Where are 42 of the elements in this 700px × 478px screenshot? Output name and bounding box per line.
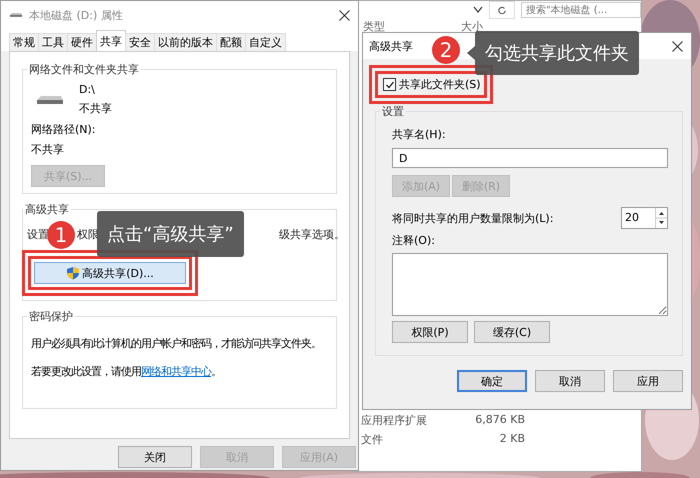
share-status: 不共享 — [79, 101, 112, 116]
drive-path: D:\ — [79, 83, 96, 96]
tab[interactable]: 共享 — [96, 30, 126, 51]
window-title: 高级共享 — [369, 38, 413, 54]
dialog-button[interactable]: 取消 — [535, 370, 605, 392]
table-cell-text: 2 KB — [498, 432, 525, 447]
dialog-button[interactable]: 权限(P) — [392, 321, 468, 343]
dialog-button[interactable]: 缓存(C) — [474, 321, 550, 343]
field-label: 共享名(H): — [392, 127, 447, 142]
column-header[interactable]: 大小 — [461, 19, 483, 33]
tab[interactable]: 安全 — [125, 33, 155, 51]
description-text: 级共享选项。 — [279, 227, 345, 242]
field-label: 将同时共享的用户数量限制为(L): — [392, 210, 554, 226]
dialog-button[interactable]: 关闭 — [118, 446, 192, 468]
share-name-field[interactable]: D — [392, 148, 668, 168]
group-title: 网络文件和文件夹共享 — [28, 62, 140, 77]
search-field[interactable]: 搜索"本地磁盘 (... — [521, 2, 641, 18]
tab[interactable]: 配额 — [216, 33, 246, 51]
field-label: 网络路径(N): — [31, 122, 97, 137]
field-label: 注释(O): — [392, 233, 436, 248]
callout-label: 点击“高级共享” — [97, 211, 244, 257]
tab[interactable]: 自定义 — [245, 33, 286, 51]
table-cell-text: 6,876 KB — [474, 413, 525, 428]
table-cell-text: 文件 — [360, 432, 384, 447]
info-text: 用户必须具有此计算机的用户帐户和密码，才能访问共享文件夹。 — [31, 336, 322, 352]
group-title: 密码保护 — [28, 309, 74, 324]
checkbox-label[interactable]: 共享此文件夹(S) — [399, 77, 481, 92]
dialog-button[interactable]: 确定 — [457, 370, 527, 392]
advanced-sharing-button[interactable]: 高级共享(D)... — [34, 262, 186, 284]
tab[interactable]: 常规 — [9, 33, 39, 51]
window-title: 本地磁盘 (D:) 属性 — [29, 8, 123, 22]
column-header[interactable]: 类型 — [363, 19, 461, 33]
group-title: 高级共享 — [24, 202, 70, 217]
tab[interactable]: 以前的版本 — [154, 33, 217, 51]
tab[interactable]: 工具 — [38, 33, 68, 51]
table-cell-text: 应用程序扩展 — [360, 413, 428, 428]
group-title: 设置 — [381, 104, 405, 119]
callout-label: 勾选共享此文件夹 — [475, 31, 639, 75]
settings-link[interactable]: 网络和共享中心 — [141, 365, 211, 378]
info-text: 若要更改此设置，请使用网络和共享中心。 — [31, 364, 222, 380]
tab[interactable]: 硬件 — [67, 33, 97, 51]
field-value: 不共享 — [31, 142, 65, 157]
